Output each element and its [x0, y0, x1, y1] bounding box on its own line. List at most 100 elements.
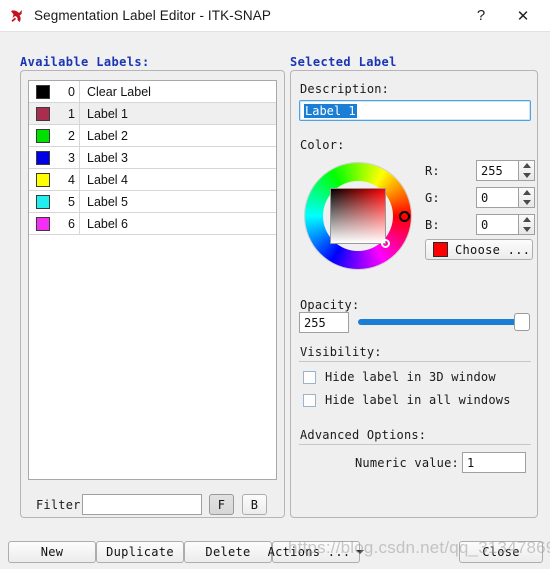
numeric-value-input[interactable]: 1 [462, 452, 526, 473]
filter-label: Filter: [36, 498, 88, 512]
label-index: 6 [68, 216, 75, 231]
choose-color-button-label: Choose ... [455, 242, 531, 257]
swatch-box [36, 172, 50, 187]
saturation-value-square[interactable] [330, 188, 386, 244]
itk-snap-logo-icon [8, 7, 26, 25]
visibility-label: Visibility: [300, 345, 382, 359]
label-color-swatch [29, 213, 57, 234]
filter-foreground-button[interactable]: F [209, 494, 234, 515]
swatch-box [36, 106, 50, 121]
opacity-label: Opacity: [300, 298, 360, 312]
chevron-up-icon[interactable] [522, 163, 531, 169]
actions-menu-button-label: Actions ... [267, 545, 351, 559]
advanced-options-divider [299, 444, 531, 445]
actions-menu-button[interactable]: Actions ... [268, 541, 365, 563]
label-color-swatch [29, 191, 57, 212]
blue-channel-label: B: [425, 218, 440, 232]
list-item[interactable]: 6 Label 6 [29, 213, 276, 235]
window-title: Segmentation Label Editor - ITK-SNAP [34, 8, 271, 23]
help-button[interactable]: ? [460, 1, 502, 31]
filter-input[interactable] [82, 494, 202, 515]
hide-label-3d-label: Hide label in 3D window [325, 370, 496, 384]
blue-channel-arrows[interactable] [518, 214, 535, 235]
swatch-box [36, 216, 50, 231]
close-button[interactable]: Close [459, 541, 543, 563]
red-channel-arrows[interactable] [518, 160, 535, 181]
label-color-swatch [29, 81, 57, 102]
opacity-value: 255 [304, 315, 326, 330]
label-index: 4 [68, 172, 75, 187]
label-name: Label 1 [79, 103, 276, 124]
chevron-up-icon[interactable] [522, 190, 531, 196]
opacity-slider-track[interactable] [358, 319, 530, 325]
segmentation-label-editor-window: Segmentation Label Editor - ITK-SNAP ? ✕… [0, 0, 550, 569]
red-channel-label: R: [425, 164, 440, 178]
close-icon[interactable]: ✕ [502, 1, 544, 31]
filter-background-button[interactable]: B [242, 494, 267, 515]
selected-label-header: Selected Label [290, 55, 397, 69]
label-name: Label 3 [79, 147, 276, 168]
blue-channel-value[interactable]: 0 [476, 214, 518, 235]
visibility-divider [299, 361, 531, 362]
label-index: 3 [68, 150, 75, 165]
chevron-down-icon[interactable] [522, 199, 531, 205]
choose-color-button[interactable]: Choose ... [425, 239, 533, 260]
description-input[interactable]: Label 1 [299, 100, 531, 121]
swatch-box [36, 150, 50, 165]
list-item[interactable]: 2 Label 2 [29, 125, 276, 147]
chevron-down-icon[interactable] [522, 226, 531, 232]
hide-label-3d-checkbox[interactable] [303, 370, 316, 384]
color-label: Color: [300, 138, 345, 152]
hide-label-all-label: Hide label in all windows [325, 393, 511, 407]
label-name: Label 4 [79, 169, 276, 190]
chevron-down-icon[interactable] [522, 172, 531, 178]
blue-channel-stepper[interactable]: 0 [476, 214, 535, 235]
label-index: 5 [68, 194, 75, 209]
delete-button[interactable]: Delete [184, 541, 272, 563]
label-name: Label 6 [79, 213, 276, 234]
label-color-swatch [29, 169, 57, 190]
label-name: Label 2 [79, 125, 276, 146]
hide-label-all-checkbox[interactable] [303, 393, 316, 407]
hide-label-all-checkbox-row[interactable]: Hide label in all windows [303, 393, 511, 407]
choose-color-swatch-icon [433, 242, 448, 257]
hide-label-3d-checkbox-row[interactable]: Hide label in 3D window [303, 370, 496, 384]
label-list[interactable]: 0 Clear Label 1 Label 1 2 Label 2 3 Labe… [28, 80, 277, 480]
chevron-up-icon[interactable] [522, 217, 531, 223]
opacity-input[interactable]: 255 [299, 312, 349, 333]
sv-square-marker[interactable] [381, 239, 390, 248]
new-button[interactable]: New [8, 541, 96, 563]
description-input-value: Label 1 [304, 103, 357, 118]
label-index: 1 [68, 106, 75, 121]
label-index: 0 [68, 84, 75, 99]
swatch-box [36, 84, 50, 99]
green-channel-value[interactable]: 0 [476, 187, 518, 208]
red-channel-value[interactable]: 255 [476, 160, 518, 181]
label-name: Label 5 [79, 191, 276, 212]
list-item[interactable]: 3 Label 3 [29, 147, 276, 169]
available-labels-header: Available Labels: [20, 55, 150, 69]
red-channel-stepper[interactable]: 255 [476, 160, 535, 181]
green-channel-label: G: [425, 191, 440, 205]
advanced-options-label: Advanced Options: [300, 428, 427, 442]
list-item[interactable]: 0 Clear Label [29, 81, 276, 103]
hue-ring-marker[interactable] [399, 211, 410, 222]
numeric-value-input-value: 1 [467, 455, 475, 470]
description-label: Description: [300, 82, 390, 96]
label-color-swatch [29, 103, 57, 124]
color-wheel[interactable] [305, 163, 411, 269]
chevron-down-icon [356, 550, 365, 554]
list-item[interactable]: 1 Label 1 [29, 103, 276, 125]
opacity-slider-handle[interactable] [514, 313, 530, 331]
duplicate-button[interactable]: Duplicate [96, 541, 184, 563]
swatch-box [36, 128, 50, 143]
list-item[interactable]: 5 Label 5 [29, 191, 276, 213]
label-index: 2 [68, 128, 75, 143]
green-channel-arrows[interactable] [518, 187, 535, 208]
label-color-swatch [29, 125, 57, 146]
swatch-box [36, 194, 50, 209]
label-name: Clear Label [79, 81, 276, 102]
green-channel-stepper[interactable]: 0 [476, 187, 535, 208]
numeric-value-label: Numeric value: [355, 456, 459, 470]
list-item[interactable]: 4 Label 4 [29, 169, 276, 191]
